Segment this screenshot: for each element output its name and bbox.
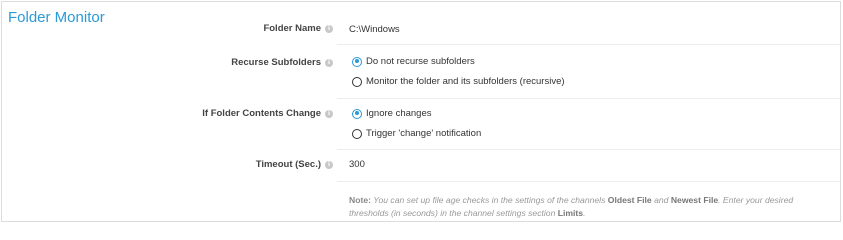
radio-recursive[interactable]: Monitor the folder and its subfolders (r… [352,76,565,87]
folder-name-label: Folder Name [263,23,321,34]
contents-change-label: If Folder Contents Change [202,108,321,119]
info-icon[interactable]: i [325,160,333,169]
note-limits: Limits [557,207,584,218]
folder-monitor-panel: Folder Monitor Folder Name i C:\Windows … [1,1,841,222]
note-and: and [651,195,671,205]
note-end: . [583,207,586,218]
radio-label[interactable]: Do not recurse subfolders [366,56,475,67]
radio-unchecked-icon[interactable] [352,128,362,139]
divider [337,44,840,45]
radio-do-not-recurse[interactable]: Do not recurse subfolders [352,56,475,67]
radio-trigger-change[interactable]: Trigger 'change' notification [352,128,481,139]
divider [337,98,840,99]
radio-ignore-changes[interactable]: Ignore changes [352,108,432,119]
note-text: Note: You can set up file age checks in … [349,194,834,219]
folder-name-value[interactable]: C:\Windows [349,24,400,35]
divider [337,181,840,182]
timeout-label-row: Timeout (Sec.) i [256,159,333,170]
radio-unchecked-icon[interactable] [352,76,362,87]
divider [337,149,840,150]
radio-checked-icon[interactable] [352,56,362,67]
radio-label[interactable]: Trigger 'change' notification [366,128,481,139]
timeout-value[interactable]: 300 [349,159,365,170]
radio-checked-icon[interactable] [352,108,362,119]
radio-label[interactable]: Monitor the folder and its subfolders (r… [366,76,565,87]
info-icon[interactable]: i [325,109,333,118]
section-title: Folder Monitor [8,9,105,26]
folder-name-label-row: Folder Name i [263,23,333,34]
timeout-label: Timeout (Sec.) [255,159,321,170]
radio-label[interactable]: Ignore changes [366,108,432,119]
recurse-subfolders-label: Recurse Subfolders [231,57,321,68]
contents-change-label-row: If Folder Contents Change i [202,108,333,119]
note-oldest-file: Oldest File [607,195,652,205]
recurse-label-row: Recurse Subfolders i [231,57,333,68]
note-text-1: You can set up file age checks in the se… [370,195,608,205]
info-icon[interactable]: i [325,58,333,67]
note-newest-file: Newest File [670,195,719,205]
info-icon[interactable]: i [325,24,333,33]
note-prefix: Note: [349,195,371,205]
